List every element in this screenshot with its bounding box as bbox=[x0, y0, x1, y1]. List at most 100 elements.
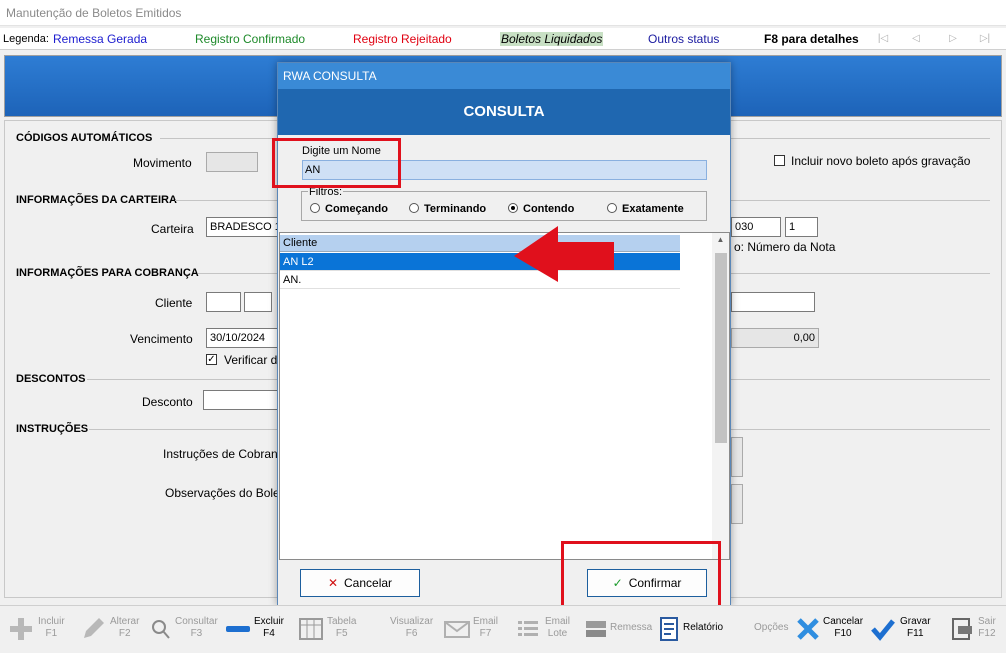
carteira-label: Carteira bbox=[151, 222, 194, 236]
verificar-label: Verificar di bbox=[224, 353, 281, 367]
cliente-name-field[interactable] bbox=[731, 292, 815, 312]
visualizar-button[interactable]: Visualizar F6 bbox=[386, 612, 434, 650]
movimento-label: Movimento bbox=[133, 156, 192, 170]
alterar-label: Alterar F2 bbox=[110, 616, 140, 639]
remessa-label: Remessa bbox=[610, 622, 653, 633]
radio-icon bbox=[409, 203, 419, 213]
previous-record-icon[interactable]: ◁ bbox=[903, 30, 929, 48]
incluir-novo-label: Incluir novo boleto após gravação bbox=[791, 154, 971, 168]
valor-field: 0,00 bbox=[731, 328, 819, 348]
gravar-label: Gravar F11 bbox=[900, 616, 931, 639]
opcoes-label: Opções bbox=[754, 622, 789, 633]
vencimento-label: Vencimento bbox=[130, 332, 193, 346]
result-row[interactable]: AN. bbox=[280, 271, 680, 289]
incluir-label: Incluir F1 bbox=[38, 616, 65, 639]
observacoes-label: Observações do Boleto bbox=[165, 486, 290, 500]
opcoes-button[interactable]: Opções bbox=[752, 612, 792, 650]
legend-boletos-liquidados: Boletos Liquidados bbox=[500, 32, 604, 46]
results-grid: Cliente AN L2 AN. ▲ bbox=[279, 232, 730, 560]
app-window: Manutenção de Boletos Emitidos Legenda: … bbox=[0, 0, 1006, 653]
cancelar-toolbar-label: Cancelar F10 bbox=[823, 616, 864, 639]
scroll-thumb[interactable] bbox=[715, 253, 727, 443]
email-lote-label: Email Lote bbox=[545, 616, 571, 639]
excluir-label: Excluir F4 bbox=[254, 616, 285, 639]
radio-selected-icon bbox=[508, 203, 518, 213]
column-header-cliente[interactable]: Cliente bbox=[280, 235, 680, 252]
carteira-code-field[interactable]: 030 bbox=[731, 217, 781, 237]
movimento-field bbox=[206, 152, 258, 172]
cancel-x-icon bbox=[797, 618, 819, 640]
legend-label: Legenda: bbox=[3, 33, 49, 45]
visualizar-label: Visualizar F6 bbox=[390, 616, 434, 639]
email-button[interactable]: Email F7 bbox=[444, 612, 499, 650]
instrucoes-label: Instruções de Cobranç bbox=[163, 447, 284, 461]
sair-label: Sair F12 bbox=[978, 616, 996, 639]
sair-button[interactable]: Sair F12 bbox=[950, 612, 1002, 650]
check-icon bbox=[871, 619, 895, 641]
filter-contendo-radio[interactable]: Contendo bbox=[508, 203, 574, 215]
instrucoes-field[interactable] bbox=[731, 437, 743, 477]
legend-registro-rejeitado: Registro Rejeitado bbox=[353, 32, 452, 46]
legend-remessa-gerada: Remessa Gerada bbox=[53, 32, 148, 46]
next-record-icon[interactable]: ▷ bbox=[940, 30, 966, 48]
consultar-button[interactable]: Consultar F3 bbox=[150, 612, 218, 650]
highlight-box-name-input bbox=[272, 138, 401, 188]
legend-outros-status: Outros status bbox=[648, 32, 720, 46]
incluir-button[interactable]: Incluir F1 bbox=[8, 612, 70, 650]
carteira-number-field[interactable]: 1 bbox=[785, 217, 818, 237]
relatorio-button[interactable]: Relatório bbox=[656, 612, 724, 650]
result-row[interactable]: AN L2 bbox=[280, 253, 680, 271]
section-codigos: CÓDIGOS AUTOMÁTICOS bbox=[16, 132, 153, 144]
tabela-label: Tabela F5 bbox=[327, 616, 357, 639]
cancelar-button[interactable]: ✕ Cancelar bbox=[300, 569, 420, 597]
remessa-button[interactable]: Remessa bbox=[583, 612, 653, 650]
observacoes-field[interactable] bbox=[731, 484, 743, 524]
desconto-field[interactable] bbox=[203, 390, 283, 410]
minus-icon bbox=[226, 626, 250, 632]
section-descontos: DESCONTOS bbox=[16, 373, 86, 385]
nota-label: o: Número da Nota bbox=[734, 240, 836, 254]
legend-f8-hint: F8 para detalhes bbox=[764, 32, 859, 46]
section-instrucoes: INSTRUÇÕES bbox=[16, 423, 89, 435]
carteira-field[interactable]: BRADESCO 1 bbox=[206, 217, 284, 237]
red-arrow-icon bbox=[514, 226, 614, 282]
incluir-novo-checkbox[interactable] bbox=[774, 155, 785, 166]
tabela-button[interactable]: Tabela F5 bbox=[298, 612, 358, 650]
server-icon bbox=[586, 621, 606, 637]
window-title: Manutenção de Boletos Emitidos bbox=[6, 6, 182, 20]
results-scrollbar[interactable]: ▲ bbox=[712, 233, 729, 559]
excluir-button[interactable]: Excluir F4 bbox=[225, 612, 289, 650]
section-cobranca: INFORMAÇÕES PARA COBRANÇA bbox=[16, 267, 199, 279]
verificar-checkbox[interactable]: ✓ bbox=[206, 354, 217, 365]
email-label: Email F7 bbox=[473, 616, 499, 639]
close-icon: ✕ bbox=[327, 576, 339, 590]
vencimento-field[interactable]: 30/10/2024 bbox=[206, 328, 284, 348]
table-icon bbox=[299, 618, 323, 640]
legend-bar: Legenda: Remessa Gerada Registro Confirm… bbox=[0, 28, 1006, 50]
gravar-button[interactable]: Gravar F11 bbox=[870, 612, 934, 650]
dialog-header: CONSULTA bbox=[278, 89, 730, 135]
filter-terminando-radio[interactable]: Terminando bbox=[409, 203, 486, 215]
last-record-icon[interactable]: ▷| bbox=[972, 30, 998, 48]
cancelar-toolbar-button[interactable]: Cancelar F10 bbox=[795, 612, 863, 650]
window-titlebar: Manutenção de Boletos Emitidos bbox=[0, 0, 1006, 26]
radio-icon bbox=[607, 203, 617, 213]
envelope-icon bbox=[444, 621, 470, 638]
bottom-toolbar: Incluir F1 Alterar F2 Consultar F3 Excluir F… bbox=[0, 605, 1006, 653]
email-lote-button[interactable]: Email Lote bbox=[516, 612, 570, 650]
alterar-button[interactable]: Alterar F2 bbox=[80, 612, 142, 650]
list-icon bbox=[518, 621, 538, 636]
desconto-label: Desconto bbox=[142, 395, 193, 409]
cliente-sub-field[interactable] bbox=[244, 292, 272, 312]
cliente-code-field[interactable] bbox=[206, 292, 241, 312]
pencil-icon bbox=[84, 618, 104, 638]
dialog-titlebar: RWA CONSULTA bbox=[278, 63, 730, 89]
exit-door-icon bbox=[952, 618, 972, 640]
relatorio-label: Relatório bbox=[683, 622, 724, 633]
scroll-up-icon[interactable]: ▲ bbox=[712, 235, 729, 249]
filter-comecando-radio[interactable]: Começando bbox=[310, 203, 388, 215]
first-record-icon[interactable]: |◁ bbox=[870, 30, 896, 48]
report-icon bbox=[660, 617, 678, 641]
radio-icon bbox=[310, 203, 320, 213]
filter-exatamente-radio[interactable]: Exatamente bbox=[607, 203, 684, 215]
